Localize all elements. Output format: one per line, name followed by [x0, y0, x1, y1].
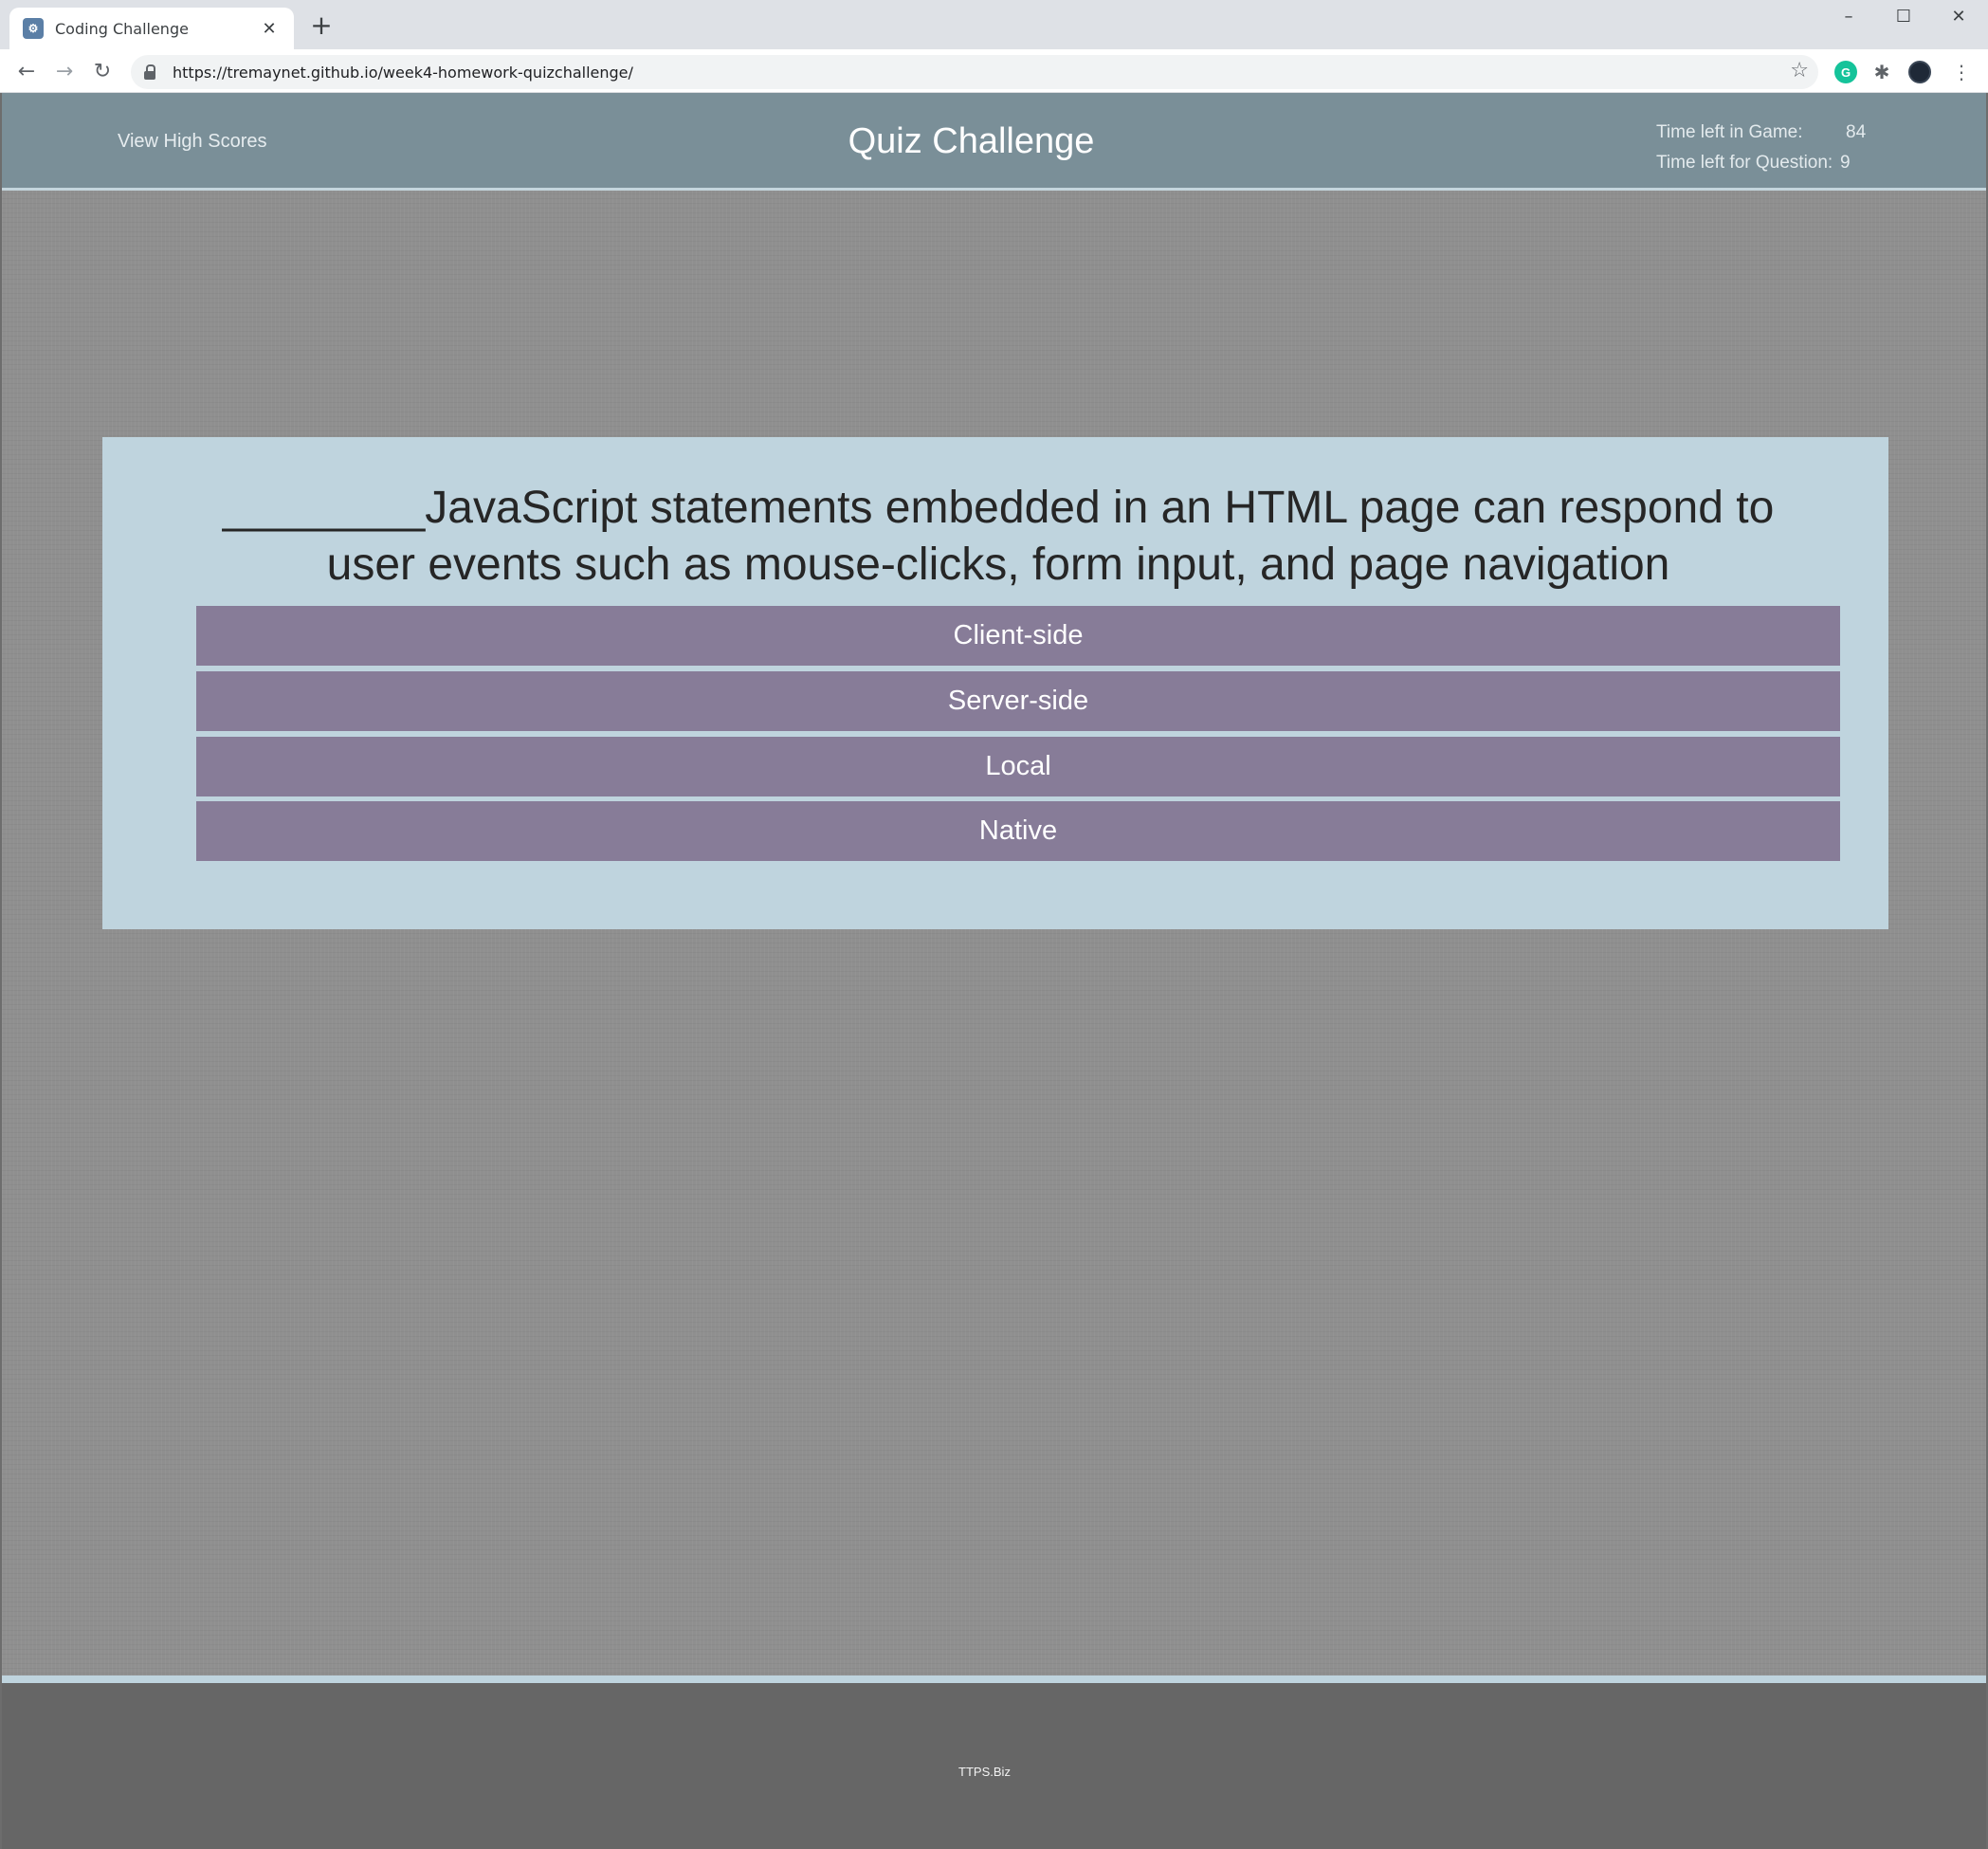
answer-button-server-side[interactable]: Server-side [196, 671, 1840, 731]
answer-button-local[interactable]: Local [196, 737, 1840, 796]
back-button[interactable]: ← [10, 55, 43, 87]
footer-text-label: TTPS.Biz [958, 1765, 1011, 1779]
window-close-button[interactable]: ✕ [1931, 2, 1986, 30]
time-game-label: Time left in Game: [1656, 122, 1803, 142]
menu-icon[interactable]: ⋮ [1950, 61, 1973, 83]
tab-title: Coding Challenge [55, 19, 189, 38]
time-question-label: Time left for Question: [1656, 153, 1833, 173]
answer-button-client-side[interactable]: Client-side [196, 606, 1840, 666]
new-tab-button[interactable]: + [307, 11, 336, 40]
site-footer: TTPS.Biz [2, 1675, 1986, 1849]
quiz-card: ________JavaScript statements embedded i… [102, 437, 1888, 929]
browser-tab[interactable]: ⚙ Coding Challenge ✕ [9, 8, 294, 49]
answer-button-native[interactable]: Native [196, 801, 1840, 861]
window-minimize-button[interactable]: – [1821, 2, 1876, 30]
browser-toolbar: ← → ↻ https://tremaynet.github.io/week4-… [0, 49, 1988, 93]
tab-favicon-icon: ⚙ [23, 18, 44, 39]
timers: Time left in Game: 84 Time left for Ques… [1656, 118, 1866, 178]
footer-text: TTPS.Biz [2, 1765, 1986, 1779]
time-question-value: 9 [1840, 153, 1851, 173]
question-text: ________JavaScript statements embedded i… [222, 483, 1775, 590]
address-url[interactable]: https://tremaynet.github.io/week4-homewo… [173, 64, 633, 82]
page-content: View High Scores Quiz Challenge Time lef… [0, 93, 1988, 1849]
site-header: View High Scores Quiz Challenge Time lef… [2, 93, 1986, 191]
reload-button[interactable]: ↻ [86, 55, 119, 87]
page-title-text: Quiz Challenge [848, 121, 1095, 161]
grammarly-icon[interactable]: G [1834, 61, 1857, 83]
window-maximize-button[interactable]: ☐ [1876, 2, 1931, 30]
time-game-value: 84 [1846, 122, 1867, 142]
forward-button[interactable]: → [48, 55, 81, 87]
browser-tabstrip: ⚙ Coding Challenge ✕ + – ☐ ✕ [0, 0, 1988, 49]
extensions-icon[interactable]: ✱ [1870, 61, 1893, 83]
lock-icon[interactable] [144, 64, 157, 80]
avatar[interactable] [1908, 61, 1931, 83]
bookmark-star-icon[interactable]: ☆ [1790, 59, 1809, 82]
address-bar[interactable]: https://tremaynet.github.io/week4-homewo… [131, 55, 1818, 89]
tab-close-icon[interactable]: ✕ [258, 19, 281, 39]
